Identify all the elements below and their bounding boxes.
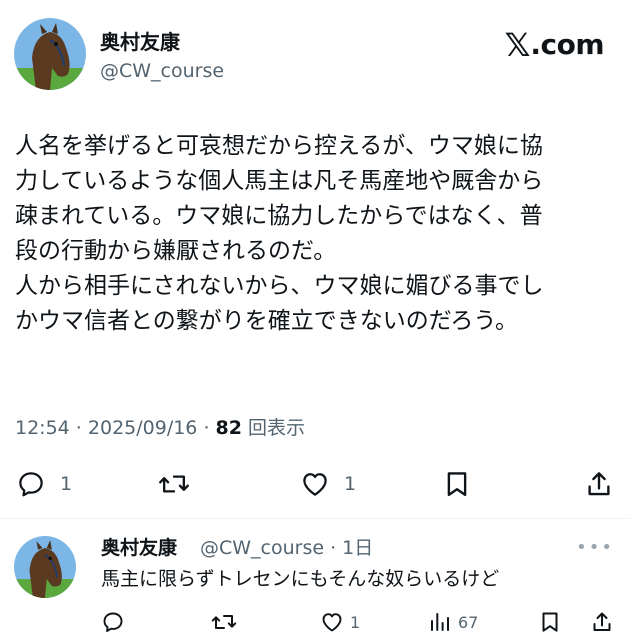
horse-avatar-image: [14, 18, 86, 90]
bookmark-icon: [542, 612, 558, 632]
reply-author-avatar[interactable]: [14, 536, 76, 598]
post-line: 疎まれている。ウマ娘に協力したからではなく、普: [15, 203, 543, 229]
repost-icon: [211, 615, 237, 629]
share-icon: [593, 612, 611, 631]
like-count: 1: [344, 473, 357, 495]
like-button[interactable]: 1: [300, 466, 356, 502]
bookmark-icon: [447, 472, 467, 497]
reply-display-name[interactable]: 奥村友康: [101, 536, 177, 560]
x-brand-logo: 𝕏 .com: [504, 26, 605, 64]
post-line: 力しているような個人馬主は凡そ馬産地や厩舎から: [15, 168, 544, 194]
repost-button[interactable]: [158, 466, 190, 502]
reply-like-count: 1: [350, 612, 361, 632]
heart-icon: [322, 613, 342, 632]
reply-icon: [19, 472, 43, 497]
post-line: 人名を挙げると可哀想だから控えるが、ウマ娘に協: [15, 133, 543, 159]
reply-reply-button[interactable]: [101, 610, 131, 634]
reply-count: 1: [60, 473, 73, 495]
reply-button[interactable]: 1: [16, 466, 72, 502]
reply-icon: [103, 612, 123, 632]
divider: [0, 518, 630, 519]
x-logo-icon: 𝕏: [504, 26, 531, 64]
post-time[interactable]: 12:54: [15, 417, 70, 439]
reply-text: 馬主に限らずトレセンにもそんな奴らいるけど: [101, 568, 500, 590]
reply-share-button[interactable]: [590, 610, 614, 634]
post-line: 段の行動から嫌厭されるのだ。: [15, 238, 337, 264]
author-handle[interactable]: @CW_course: [100, 59, 224, 83]
reply-views-button[interactable]: 67: [428, 610, 478, 634]
reply-views-count: 67: [458, 612, 479, 632]
reply-handle-time[interactable]: @CW_course · 1日: [200, 536, 373, 560]
bookmark-button[interactable]: [442, 466, 472, 502]
author-avatar[interactable]: [14, 18, 86, 90]
reply-like-button[interactable]: 1: [320, 610, 360, 634]
views-count: 82: [215, 417, 242, 439]
views-chart-icon: [431, 613, 449, 631]
meta-separator: ·: [197, 417, 216, 439]
views-label: 回表示: [248, 417, 306, 439]
meta-separator: ·: [69, 417, 88, 439]
post-line: かウマ信者との繋がりを確立できないのだろう。: [15, 308, 519, 334]
author-display-name[interactable]: 奥村友康: [100, 30, 180, 54]
horse-avatar-image: [14, 536, 76, 598]
post-meta: 12:54 · 2025/09/16 · 82 回表示: [15, 415, 305, 441]
post-line: 人から相手にされないから、ウマ娘に媚びる事でし: [15, 273, 544, 299]
reply-bookmark-button[interactable]: [538, 610, 562, 634]
repost-icon: [159, 475, 189, 493]
heart-icon: [303, 473, 327, 496]
post-body: 人名を挙げると可哀想だから控えるが、ウマ娘に協 力しているような個人馬主は凡そ馬…: [15, 129, 625, 339]
reply-repost-button[interactable]: [211, 610, 237, 634]
post-date[interactable]: 2025/09/16: [88, 417, 198, 439]
share-button[interactable]: [584, 466, 614, 502]
brand-domain-text: .com: [530, 28, 604, 61]
more-options-icon[interactable]: •••: [576, 536, 614, 560]
share-icon: [588, 472, 610, 496]
